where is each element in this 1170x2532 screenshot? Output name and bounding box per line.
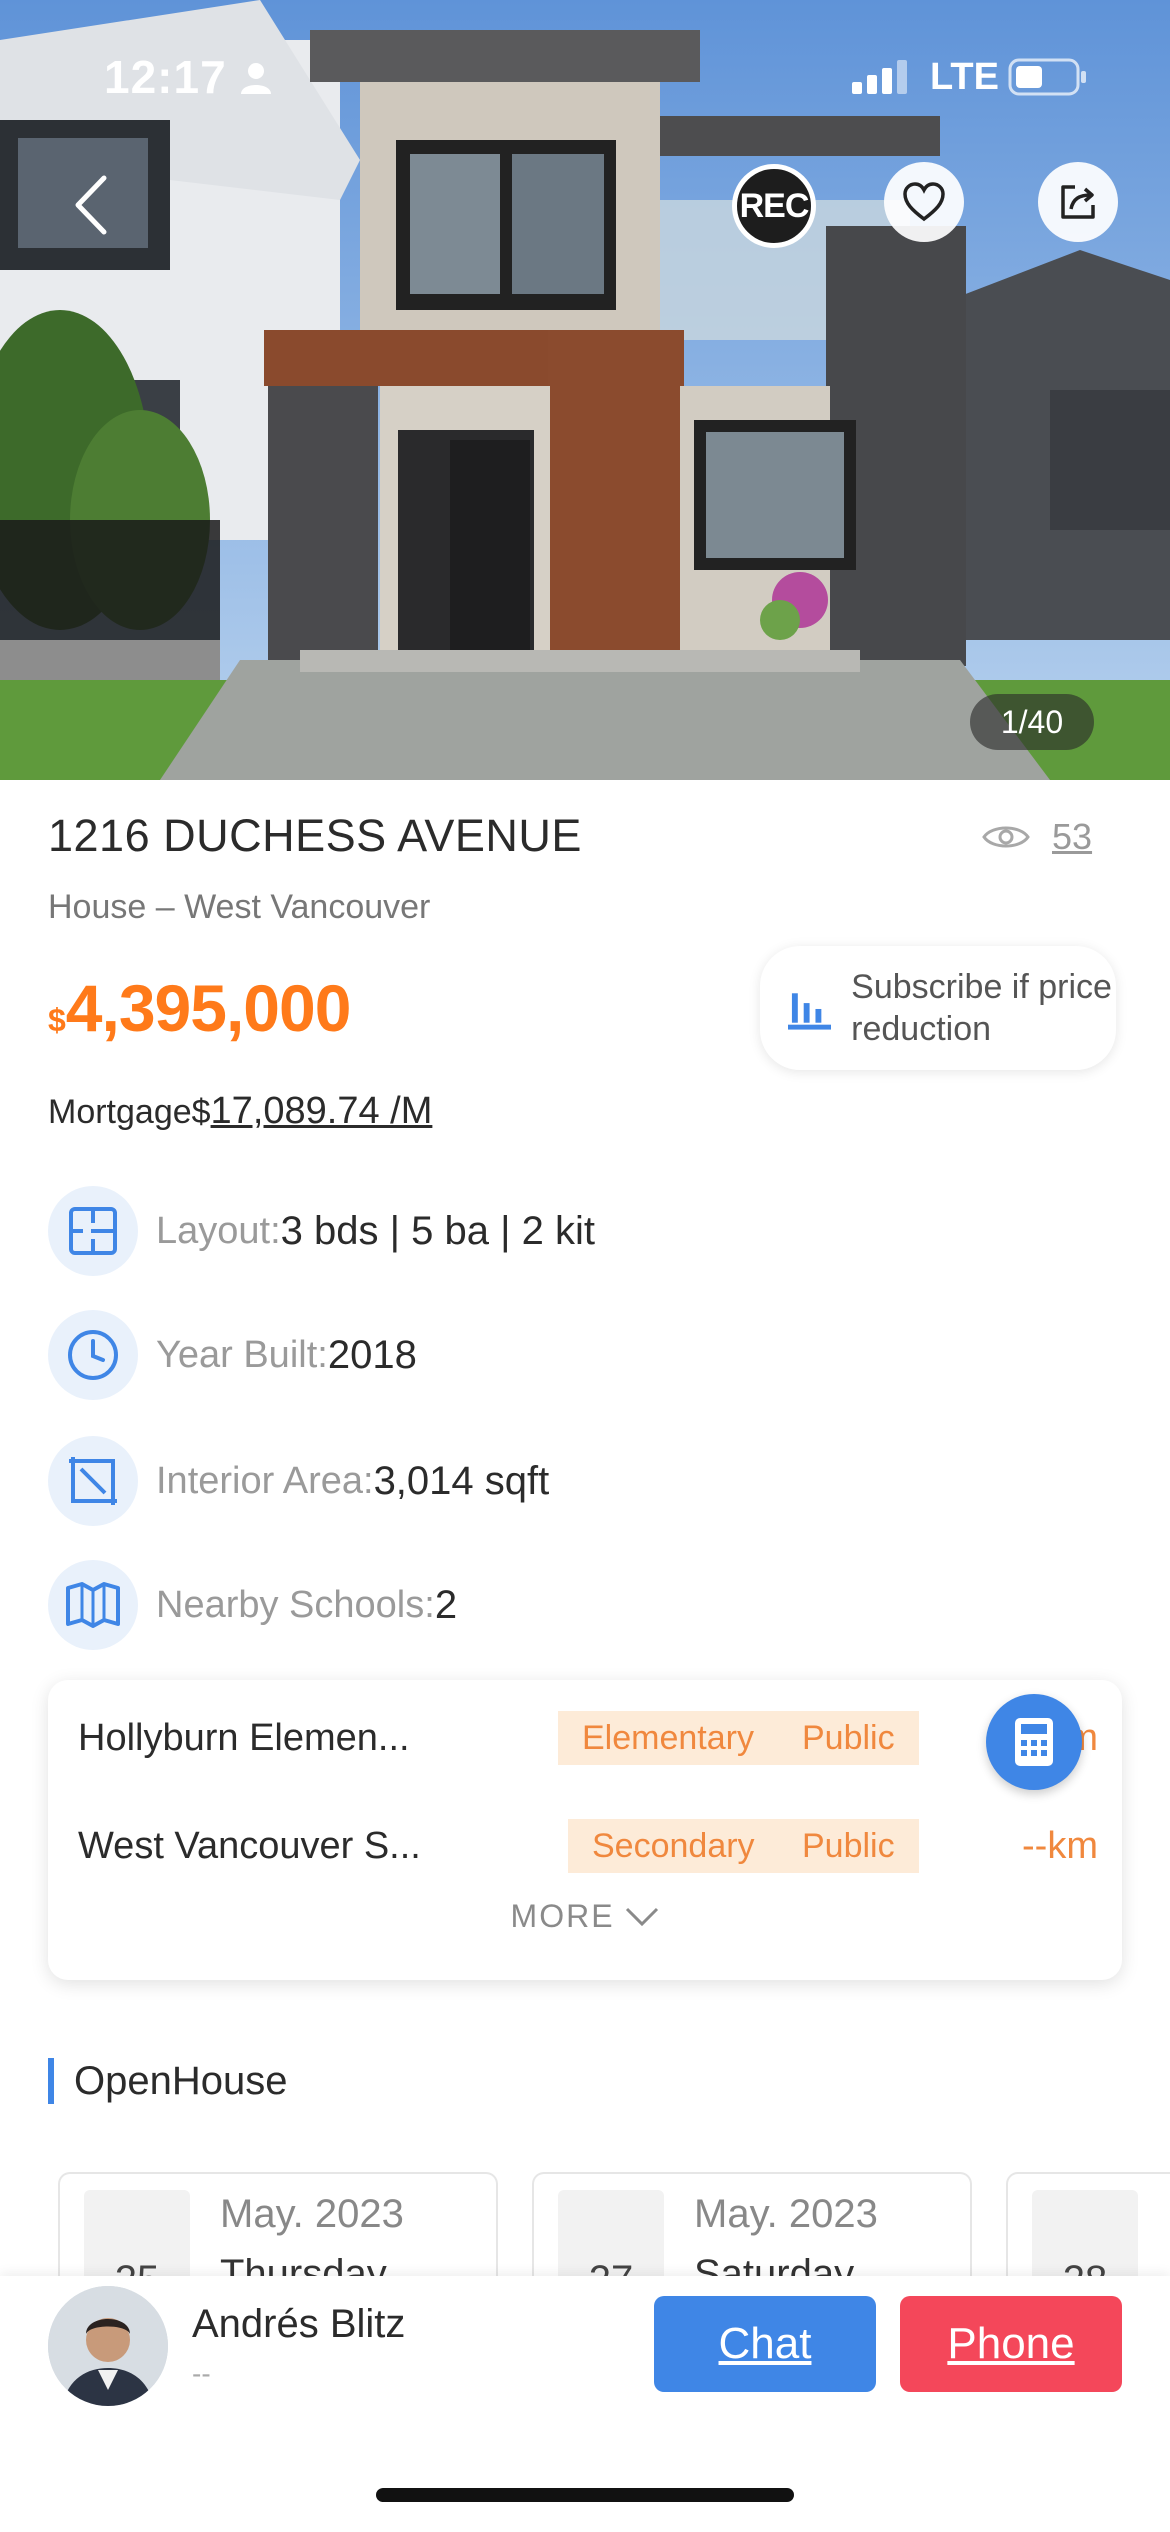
view-count[interactable]: 53 <box>982 816 1092 858</box>
rec-button[interactable]: REC <box>732 164 816 248</box>
network-type: LTE <box>930 56 999 98</box>
feature-value: 2018 <box>327 1332 417 1377</box>
person-icon <box>241 63 271 94</box>
favorite-button[interactable] <box>884 162 964 242</box>
photo-counter: 1/40 <box>970 694 1094 750</box>
open-house-month: May. 2023 <box>220 2192 404 2236</box>
feature-value: 2 <box>434 1582 458 1627</box>
layout-icon <box>69 1207 117 1255</box>
status-time: 12:17 <box>104 51 227 103</box>
listing-address: 1216 DUCHESS AVENUE <box>48 810 582 861</box>
chat-button[interactable]: Chat <box>654 2296 876 2392</box>
status-bar: 12:17 LTE <box>0 0 1170 150</box>
feature-layout: Layout: 3 bds | 5 ba | 2 kit <box>48 1186 595 1276</box>
book-icon <box>66 1582 120 1628</box>
heart-icon <box>903 182 945 222</box>
school-level-tag: Elementary <box>558 1711 778 1765</box>
price-currency: $ <box>48 1002 66 1038</box>
feature-label: Interior Area: <box>156 1459 374 1502</box>
feature-value: 3,014 sqft <box>373 1458 550 1503</box>
school-row[interactable]: Hollyburn Elemen... Elementary Public --… <box>78 1708 1098 1768</box>
nearby-schools-card: Hollyburn Elemen... Elementary Public --… <box>48 1680 1122 1980</box>
listing-price: $4,395,000 <box>48 970 352 1046</box>
feature-label: Layout: <box>156 1209 281 1252</box>
area-icon <box>69 1457 117 1505</box>
property-type: House – West Vancouver <box>48 888 431 926</box>
chevron-down-icon <box>626 1907 659 1927</box>
feature-year-built: Year Built: 2018 <box>48 1310 417 1400</box>
agent-photo <box>48 2286 168 2406</box>
mortgage-label: Mortgage$ <box>48 1093 211 1131</box>
back-icon <box>75 175 107 235</box>
photo-gallery[interactable]: 12:17 LTE REC 1/40 <box>0 0 1170 780</box>
battery-icon <box>1008 58 1086 96</box>
agent-name: Andrés Blitz <box>192 2302 406 2346</box>
school-name: Hollyburn Elemen... <box>78 1716 410 1759</box>
rec-label: REC <box>739 186 810 225</box>
phone-button[interactable]: Phone <box>900 2296 1122 2392</box>
school-type-tag: Public <box>778 1711 919 1765</box>
school-name: West Vancouver S... <box>78 1824 421 1867</box>
subscribe-price-reduction-button[interactable]: Subscribe if price reduction <box>760 946 1116 1070</box>
more-label: MORE <box>510 1898 615 1934</box>
open-house-date-card[interactable]: 28 <box>1006 2172 1170 2292</box>
back-button[interactable] <box>64 170 120 240</box>
price-amount: 4,395,000 <box>65 971 352 1045</box>
school-level-tag: Secondary <box>568 1819 779 1873</box>
feature-label: Nearby Schools: <box>156 1583 435 1626</box>
signal-icon <box>852 60 907 94</box>
feature-nearby-schools: Nearby Schools: 2 <box>48 1560 457 1650</box>
bar-chart-icon <box>788 993 832 1030</box>
avatar[interactable] <box>48 2286 168 2406</box>
share-button[interactable] <box>1038 162 1118 242</box>
feature-interior-area: Interior Area: 3,014 sqft <box>48 1436 549 1526</box>
more-schools-button[interactable]: MORE <box>48 1898 1122 1935</box>
open-house-month: May. 2023 <box>694 2192 878 2236</box>
mortgage-calculator-button[interactable] <box>986 1694 1082 1790</box>
feature-label: Year Built: <box>156 1333 328 1376</box>
calculator-icon <box>1015 1718 1053 1766</box>
agent-subtitle: -- <box>192 2358 211 2389</box>
open-house-date-card[interactable]: 27 May. 2023 Saturday <box>532 2172 972 2292</box>
share-icon <box>1061 185 1095 219</box>
school-row[interactable]: West Vancouver S... Secondary Public --k… <box>78 1816 1098 1876</box>
eye-icon <box>982 826 1030 848</box>
school-type-tag: Public <box>778 1819 919 1873</box>
open-house-date-card[interactable]: 25 May. 2023 Thursday <box>58 2172 498 2292</box>
mortgage-value: 17,089.74 /M <box>210 1090 433 1132</box>
mortgage-estimate[interactable]: Mortgage$17,089.74 /M <box>48 1090 432 1133</box>
feature-value: 3 bds | 5 ba | 2 kit <box>280 1208 595 1253</box>
views-count: 53 <box>1052 816 1093 857</box>
home-indicator[interactable] <box>376 2488 794 2502</box>
subscribe-text: Subscribe if price reduction <box>851 968 1112 1048</box>
clock-icon <box>68 1330 118 1380</box>
open-house-title: OpenHouse <box>48 2058 287 2104</box>
school-distance: --km <box>1022 1824 1098 1867</box>
